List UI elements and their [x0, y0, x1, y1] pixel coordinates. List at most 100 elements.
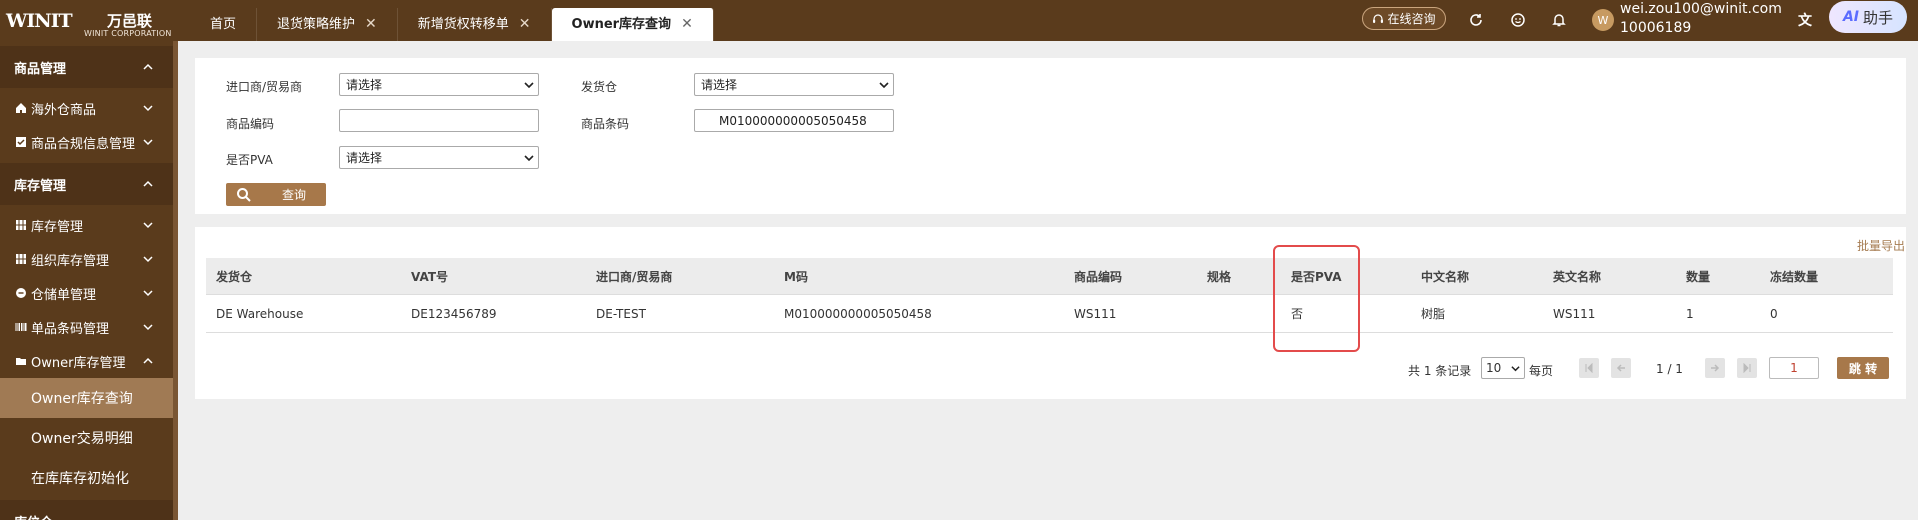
- goto-page-input[interactable]: 1: [1769, 357, 1819, 379]
- user-info[interactable]: wei.zou100@winit.com 10006189: [1620, 0, 1782, 38]
- sidebar-item-label: 海外仓商品: [31, 102, 97, 118]
- column-header[interactable]: 英文名称: [1553, 258, 1601, 294]
- sidebar-section-partial[interactable]: 库位仓: [0, 500, 173, 520]
- close-icon[interactable]: ✕: [519, 8, 531, 41]
- column-header[interactable]: VAT号: [411, 258, 448, 294]
- jump-button[interactable]: 跳 转: [1837, 357, 1889, 379]
- chevron-down-icon: [524, 154, 534, 161]
- product-code-label: 商品编码: [226, 117, 275, 131]
- pva-label: 是否PVA: [226, 153, 273, 167]
- column-header[interactable]: 冻结数量: [1770, 258, 1818, 294]
- table-cell: M010000000005050458: [784, 306, 932, 321]
- query-button-label: 查询: [282, 188, 307, 202]
- column-header[interactable]: 进口商/贸易商: [596, 258, 672, 294]
- table-cell: DE Warehouse: [216, 306, 304, 321]
- bell-icon[interactable]: [1549, 10, 1569, 30]
- logo-mark: WINIT: [6, 10, 73, 32]
- column-header[interactable]: 商品编码: [1074, 258, 1122, 294]
- sidebar-item-compliance[interactable]: 商品合规信息管理: [0, 125, 173, 159]
- next-page-button[interactable]: [1705, 358, 1725, 378]
- sidebar-item-overseas-goods[interactable]: 海外仓商品: [0, 91, 173, 125]
- importer-label: 进口商/贸易商: [226, 80, 303, 94]
- headset-icon: [1373, 13, 1384, 23]
- tab-home[interactable]: 首页: [190, 8, 258, 41]
- pva-select-value: 请选择: [346, 151, 383, 165]
- online-consult-button[interactable]: 在线咨询: [1362, 7, 1446, 30]
- batch-export-link[interactable]: 批量导出: [1857, 237, 1905, 254]
- table-header: 发货仓 VAT号 进口商/贸易商 M码 商品编码 规格 是否PVA 中文名称 英…: [206, 258, 1893, 295]
- query-button[interactable]: 查询: [226, 183, 326, 206]
- sidebar-item-inventory[interactable]: 库存管理: [0, 208, 173, 242]
- chevron-up-icon: [143, 63, 153, 70]
- user-id: 10006189: [1620, 20, 1692, 36]
- tab-new-transfer[interactable]: 新增货权转移单 ✕: [398, 8, 552, 41]
- warehouse-select[interactable]: 请选择: [694, 73, 894, 96]
- grid-icon: [14, 253, 27, 266]
- sidebar-item-label: 仓储单管理: [31, 287, 97, 303]
- barcode-icon: [14, 321, 27, 334]
- column-header[interactable]: 发货仓: [216, 258, 252, 294]
- importer-select[interactable]: 请选择: [339, 73, 539, 96]
- column-header[interactable]: 规格: [1207, 258, 1231, 294]
- chevron-down-icon: [143, 256, 153, 263]
- table-cell: DE123456789: [411, 306, 497, 321]
- logo-cn: 万邑联: [107, 12, 153, 30]
- sidebar-item-label: 库存管理: [31, 219, 84, 235]
- close-icon[interactable]: ✕: [365, 8, 377, 41]
- arrow-left-icon: [1616, 364, 1625, 372]
- barcode-input[interactable]: M010000000005050458: [694, 109, 894, 132]
- chevron-down-icon: [143, 324, 153, 331]
- smiley-icon[interactable]: [1508, 10, 1528, 30]
- winit-logo[interactable]: WINIT 万邑联 WINIT CORPORATION: [6, 8, 172, 38]
- sidebar-subitem-label: Owner库存查询: [31, 391, 133, 407]
- chevron-down-icon: [143, 222, 153, 229]
- column-header[interactable]: M码: [784, 258, 808, 294]
- tab-owner-inventory[interactable]: Owner库存查询 ✕: [551, 8, 714, 41]
- sidebar-item-label: 商品合规信息管理: [31, 136, 136, 152]
- sidebar-section-goods[interactable]: 商品管理: [0, 46, 173, 88]
- section-label: 库位仓: [14, 512, 53, 520]
- last-page-icon: [1743, 363, 1751, 373]
- tab-label: 退货策略维护: [277, 17, 356, 32]
- table-cell: WS111: [1553, 306, 1596, 321]
- sidebar-scrollbar[interactable]: [173, 41, 178, 520]
- chevron-up-icon: [143, 180, 153, 187]
- sidebar-subitem-owner-transactions[interactable]: Owner交易明细: [0, 418, 173, 458]
- avatar[interactable]: W: [1592, 9, 1614, 31]
- tab-return-policy[interactable]: 退货策略维护 ✕: [257, 8, 398, 41]
- pva-column-highlight: [1273, 245, 1360, 352]
- sidebar-item-barcode[interactable]: 单品条码管理: [0, 310, 173, 344]
- sidebar-section-inventory[interactable]: 库存管理: [0, 163, 173, 205]
- sidebar-subitem-owner-query[interactable]: Owner库存查询: [0, 378, 173, 418]
- chevron-up-icon: [143, 357, 153, 364]
- warehouse-label: 发货仓: [581, 80, 618, 94]
- pva-select[interactable]: 请选择: [339, 146, 539, 169]
- chevron-down-icon: [524, 81, 534, 88]
- close-icon[interactable]: ✕: [681, 8, 693, 41]
- circle-icon: [14, 287, 27, 300]
- sidebar: 商品管理 海外仓商品 商品合规信息管理 库存管理 库存管理 组织库存管理 仓储单…: [0, 41, 178, 520]
- table-row[interactable]: DE Warehouse DE123456789 DE-TEST M010000…: [206, 295, 1893, 333]
- sidebar-subitem-label: Owner交易明细: [31, 431, 133, 447]
- chevron-down-icon: [143, 139, 153, 146]
- importer-select-value: 请选择: [346, 78, 383, 92]
- table-cell: 1: [1686, 306, 1694, 321]
- column-header[interactable]: 中文名称: [1421, 258, 1469, 294]
- ai-assistant-label: 助手: [1863, 8, 1894, 27]
- translate-icon[interactable]: 文: [1795, 10, 1815, 30]
- prev-page-button[interactable]: [1611, 358, 1631, 378]
- page-size-select[interactable]: 10: [1481, 357, 1525, 379]
- product-code-input[interactable]: [339, 109, 539, 132]
- table-cell: WS111: [1074, 306, 1117, 321]
- ai-assistant-button[interactable]: AI 助手: [1829, 1, 1907, 33]
- last-page-button[interactable]: [1737, 358, 1757, 378]
- refresh-icon[interactable]: [1466, 10, 1486, 30]
- sidebar-item-owner-inventory[interactable]: Owner库存管理: [0, 344, 173, 378]
- first-page-button[interactable]: [1579, 358, 1599, 378]
- sidebar-item-org-inventory[interactable]: 组织库存管理: [0, 242, 173, 276]
- checkbox-icon: [14, 136, 27, 149]
- column-header[interactable]: 数量: [1686, 258, 1710, 294]
- sidebar-subitem-inventory-init[interactable]: 在库库存初始化: [0, 458, 173, 498]
- total-records: 共 1 条记录: [1408, 364, 1472, 378]
- sidebar-item-warehouse-order[interactable]: 仓储单管理: [0, 276, 173, 310]
